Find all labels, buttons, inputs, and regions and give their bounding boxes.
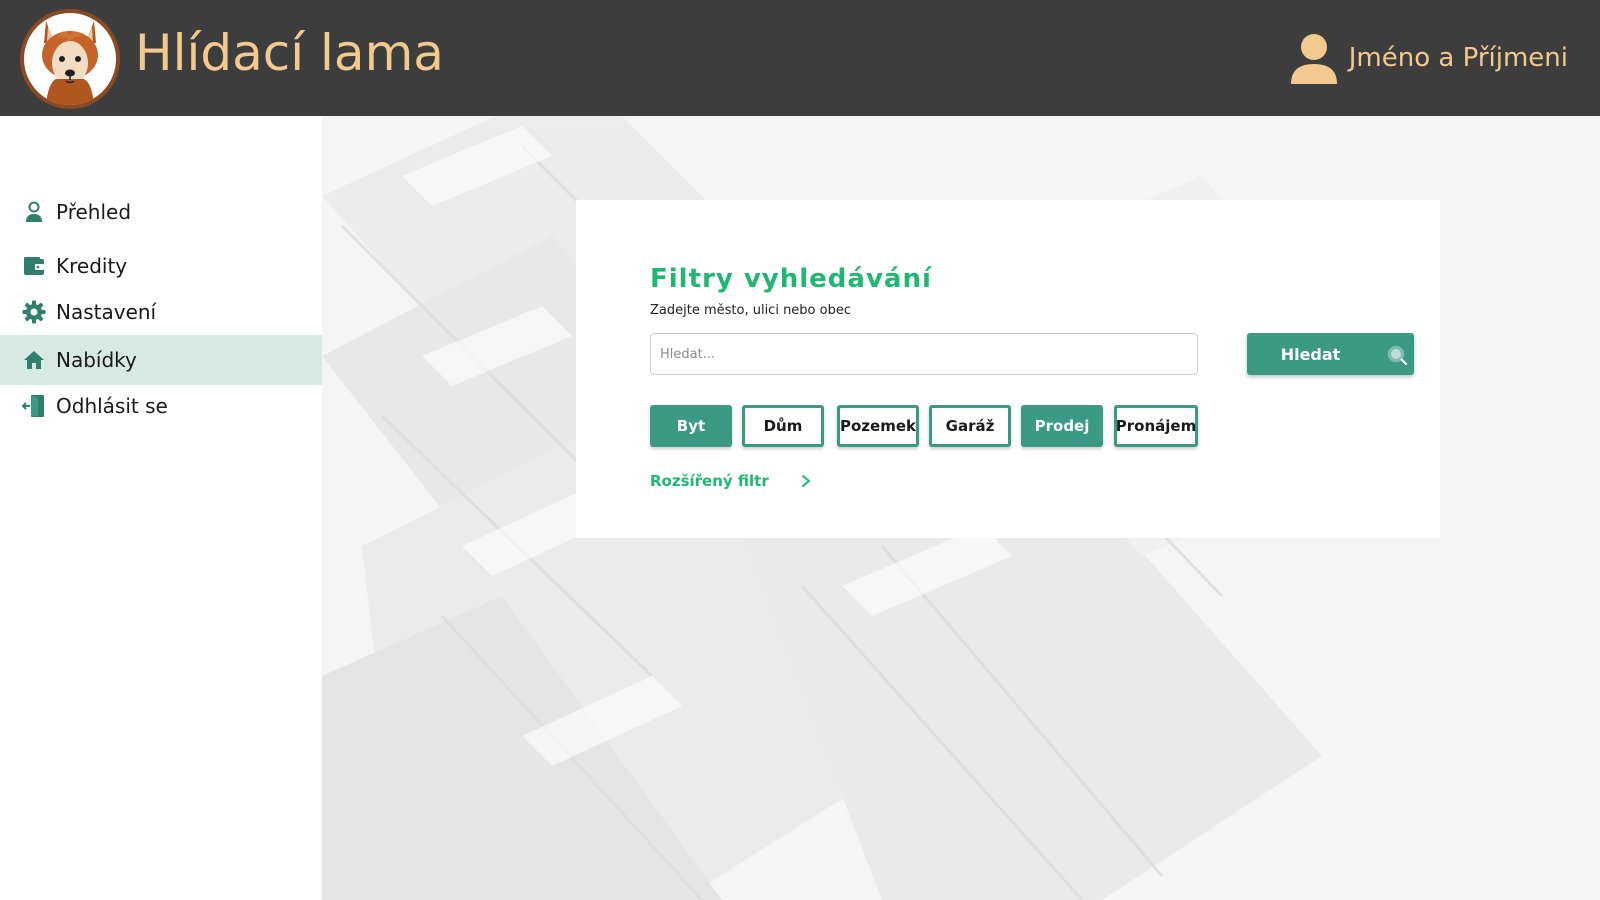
advanced-filter-link[interactable]: Rozšířený filtr (650, 472, 813, 490)
chip-dum[interactable]: Dům (742, 405, 824, 447)
filter-title: Filtry vyhledávání (650, 264, 932, 294)
chip-label: Byt (676, 417, 706, 435)
sidebar: Přehled Kredity Nastavení Nabídky Odhlás… (0, 116, 322, 900)
sidebar-item-label: Nabídky (56, 348, 137, 372)
chevron-right-icon (799, 474, 813, 488)
sidebar-item-nastaveni[interactable]: Nastavení (0, 287, 322, 337)
chip-label: Pozemek (840, 417, 916, 435)
user-menu[interactable]: Jméno a Příjmeni (1289, 30, 1568, 86)
home-icon (22, 348, 46, 372)
search-filter-card: Filtry vyhledávání Zadejte město, ulici … (576, 200, 1440, 538)
chip-pozemek[interactable]: Pozemek (837, 405, 919, 447)
chip-prodej[interactable]: Prodej (1021, 405, 1103, 447)
chip-garaz[interactable]: Garáž (929, 405, 1011, 447)
sidebar-item-nabidky[interactable]: Nabídky (0, 335, 322, 385)
search-icon (1386, 344, 1408, 366)
user-name: Jméno a Příjmeni (1348, 43, 1568, 73)
logout-icon (22, 394, 46, 418)
person-icon (22, 200, 46, 224)
chip-label: Garáž (945, 417, 995, 435)
top-header: Hlídací lama Jméno a Příjmeni (0, 0, 1600, 116)
sidebar-item-label: Nastavení (56, 300, 157, 324)
sidebar-item-odhlasit[interactable]: Odhlásit se (0, 381, 322, 431)
chip-label: Prodej (1034, 417, 1090, 435)
sidebar-item-label: Kredity (56, 254, 128, 278)
chip-pronajem[interactable]: Pronájem (1114, 405, 1198, 447)
advanced-filter-label: Rozšířený filtr (650, 472, 769, 490)
filter-subtitle: Zadejte město, ulici nebo obec (650, 303, 851, 318)
chip-label: Pronájem (1115, 417, 1197, 435)
app-title: Hlídací lama (135, 24, 444, 82)
wallet-icon (22, 254, 46, 278)
sidebar-item-label: Přehled (56, 200, 132, 224)
sidebar-item-label: Odhlásit se (56, 394, 168, 418)
chip-byt[interactable]: Byt (650, 405, 732, 447)
search-input[interactable] (650, 333, 1198, 375)
user-icon (1289, 32, 1339, 84)
sidebar-item-kredity[interactable]: Kredity (0, 241, 322, 291)
chip-label: Dům (763, 417, 803, 435)
llama-logo[interactable] (20, 9, 120, 109)
search-button-label: Hledat (1280, 344, 1341, 364)
sidebar-item-prehled[interactable]: Přehled (0, 187, 322, 237)
gear-icon (22, 300, 46, 324)
search-button[interactable]: Hledat (1247, 333, 1414, 375)
